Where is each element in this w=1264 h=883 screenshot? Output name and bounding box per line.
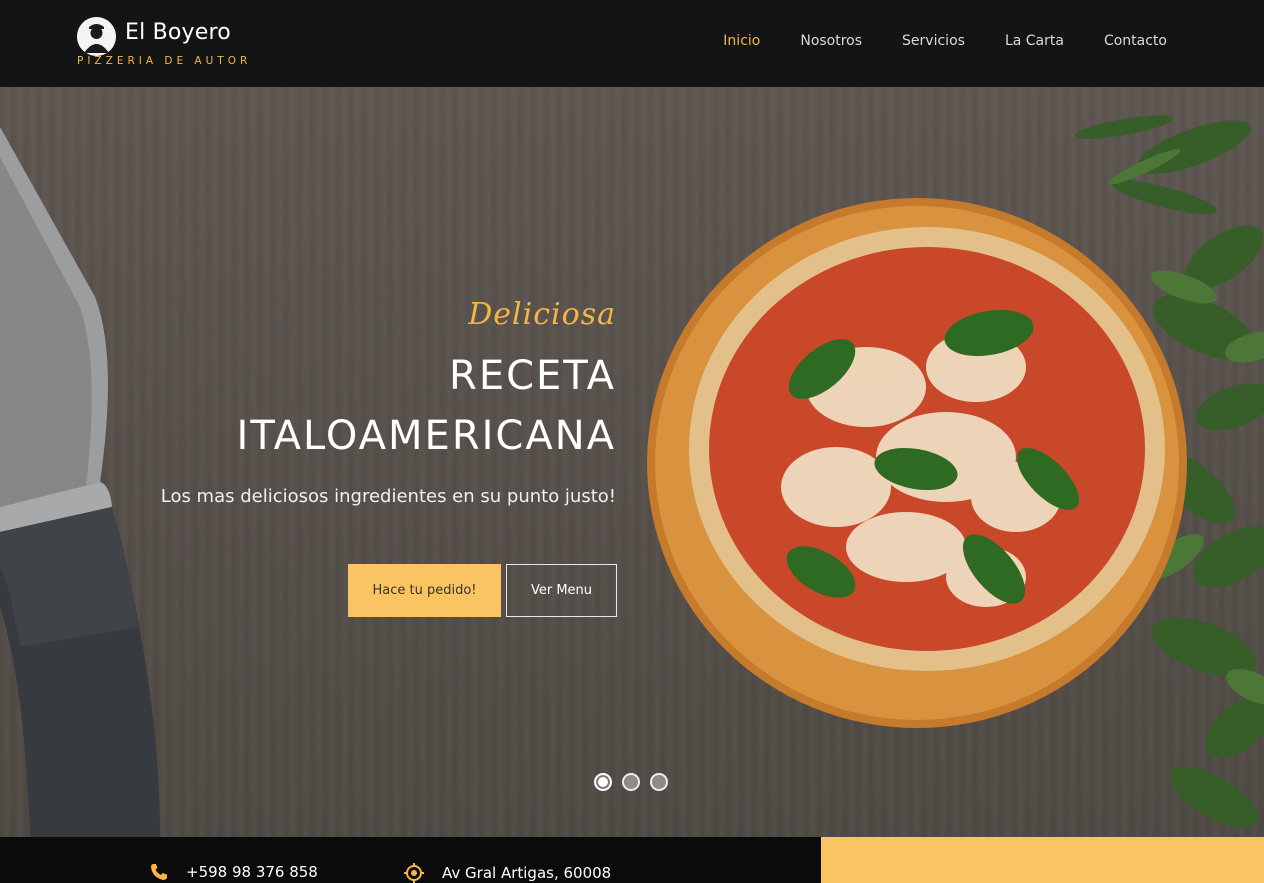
hero-script: Deliciosa	[468, 297, 616, 332]
slider-dot-1[interactable]	[594, 773, 612, 791]
main-nav: Inicio Nosotros Servicios La Carta Conta…	[683, 33, 1167, 49]
nav-item-inicio[interactable]: Inicio	[723, 33, 760, 49]
order-button[interactable]: Hace tu pedido!	[348, 564, 501, 617]
hero-text: Deliciosa RECETA ITALOAMERICANA Los mas …	[96, 297, 616, 507]
nav-item-nosotros[interactable]: Nosotros	[800, 33, 862, 49]
location-icon	[404, 863, 424, 883]
pizza-image	[647, 198, 1187, 728]
logo-icon	[77, 17, 116, 56]
nav-item-contacto[interactable]: Contacto	[1104, 33, 1167, 49]
hero-subtitle: Los mas deliciosos ingredientes en su pu…	[160, 486, 616, 507]
brand-logo-link[interactable]: El Boyero PIZZERIA DE AUTOR	[77, 16, 277, 72]
slider-dot-2[interactable]	[622, 773, 640, 791]
brand-tagline: PIZZERIA DE AUTOR	[77, 55, 252, 67]
hero-title-line1: RECETA	[449, 353, 616, 399]
contact-phone[interactable]: +598 98 376 858	[150, 863, 318, 881]
phone-number: +598 98 376 858	[186, 863, 318, 881]
phone-icon	[151, 864, 167, 880]
slider-dots	[594, 773, 668, 791]
contact-bar: +598 98 376 858 Av Gral Artigas, 60008	[0, 837, 1264, 883]
address-text: Av Gral Artigas, 60008	[442, 864, 612, 882]
slider-dot-3[interactable]	[650, 773, 668, 791]
nav-item-servicios[interactable]: Servicios	[902, 33, 965, 49]
hero-title-line2: ITALOAMERICANA	[236, 413, 616, 459]
contact-bar-accent	[821, 837, 1264, 883]
top-navbar: El Boyero PIZZERIA DE AUTOR Inicio Nosot…	[0, 0, 1264, 87]
contact-address[interactable]: Av Gral Artigas, 60008	[404, 863, 611, 883]
nav-item-la-carta[interactable]: La Carta	[1005, 33, 1064, 49]
hero-title: RECETA ITALOAMERICANA	[96, 346, 616, 466]
hero-slider: Deliciosa RECETA ITALOAMERICANA Los mas …	[0, 87, 1264, 837]
view-menu-button[interactable]: Ver Menu	[506, 564, 617, 617]
brand-name: El Boyero	[125, 20, 231, 45]
